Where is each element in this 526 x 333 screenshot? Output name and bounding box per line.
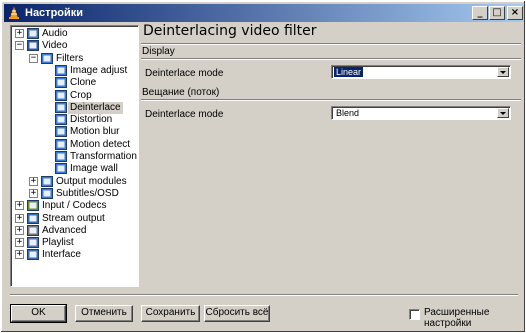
chevron-down-icon[interactable]: [497, 67, 509, 77]
reset-all-button[interactable]: Сбросить всё: [204, 305, 270, 322]
expand-icon[interactable]: +: [29, 188, 38, 198]
cancel-button[interactable]: Отменить: [75, 305, 133, 322]
window-title: Настройки: [25, 7, 84, 19]
tree-item[interactable]: Crop: [11, 89, 138, 102]
display-deinterlace-mode-select[interactable]: Linear: [331, 65, 511, 79]
minimize-button[interactable]: _: [472, 6, 488, 20]
tree-item-label: Output modules: [56, 175, 127, 187]
module-icon: [41, 187, 53, 199]
close-button[interactable]: ×: [507, 6, 523, 20]
tree-item-label: Deinterlace: [68, 101, 123, 114]
tree-item-label: Input / Codecs: [42, 200, 107, 212]
module-icon: [41, 175, 53, 187]
interface-icon: [27, 249, 39, 261]
deinterlace-mode-label: Deinterlace mode: [145, 68, 224, 79]
tree-item-label: Motion detect: [70, 138, 131, 150]
module-icon: [55, 114, 67, 126]
module-icon: [55, 163, 67, 175]
tree-item[interactable]: Motion blur: [11, 126, 138, 138]
tree-item[interactable]: Image wall: [11, 163, 138, 175]
tree-item-label: Audio: [42, 28, 68, 39]
save-button[interactable]: Сохранить: [141, 305, 200, 322]
module-icon: [55, 101, 67, 113]
tree-item-label: Subtitles/OSD: [56, 187, 119, 199]
expand-icon[interactable]: +: [15, 250, 24, 260]
tree-item[interactable]: − Filters: [11, 52, 138, 65]
collapse-icon[interactable]: −: [15, 41, 24, 51]
tree-item[interactable]: Transformation: [11, 151, 138, 163]
tree-item-label: Distortion: [70, 114, 113, 126]
tree-item[interactable]: + Subtitles/OSD: [11, 187, 138, 200]
tree-item-label: Motion blur: [70, 126, 120, 138]
collapse-icon[interactable]: −: [29, 53, 38, 63]
tree-item-label: Clone: [70, 77, 97, 89]
tree-item-label: Filters: [56, 52, 84, 64]
tree-item-label: Image wall: [70, 163, 118, 175]
expand-icon[interactable]: +: [15, 238, 24, 248]
footer-separator: [10, 294, 518, 296]
tools-icon: [27, 224, 39, 236]
tree-item[interactable]: + Playlist: [11, 237, 138, 249]
title-separator: [141, 43, 521, 45]
expand-icon[interactable]: +: [15, 29, 24, 38]
tree-item-label: Interface: [42, 249, 81, 261]
tree-item-label: Video: [42, 40, 68, 52]
maximize-button[interactable]: □: [489, 6, 505, 20]
tree-item[interactable]: + Advanced: [11, 224, 138, 237]
tree-item-label: Stream output: [42, 212, 105, 224]
advanced-settings-label: Расширенные настройки: [424, 307, 490, 329]
tree-item-label: Transformation: [70, 151, 137, 162]
codecs-icon: [27, 200, 39, 212]
preferences-window: Настройки _ □ × + Audio − Video − Filters Imag…: [0, 0, 526, 333]
expand-icon[interactable]: +: [29, 176, 38, 186]
stream-deinterlace-mode-value: Blend: [336, 108, 360, 118]
tree-item[interactable]: + Output modules: [11, 175, 138, 188]
module-icon: [55, 64, 67, 76]
section-header-display: Display: [142, 46, 175, 57]
tree-item-label: Image adjust: [70, 64, 128, 76]
module-icon: [55, 138, 67, 150]
tree-item[interactable]: + Audio: [11, 28, 138, 40]
tree-item[interactable]: + Interface: [11, 249, 138, 261]
tree-item[interactable]: Motion detect: [11, 138, 138, 151]
category-tree[interactable]: + Audio − Video − Filters Image adjust Clone Cro…: [10, 25, 139, 287]
display-deinterlace-mode-value: Linear: [334, 67, 364, 77]
module-icon: [41, 52, 53, 64]
tree-item[interactable]: − Video: [11, 40, 138, 52]
module-icon: [55, 89, 67, 101]
video-icon: [27, 40, 39, 52]
vlc-cone-icon: [9, 6, 19, 19]
module-icon: [55, 151, 67, 162]
globe-icon: [27, 212, 39, 224]
expand-icon[interactable]: +: [15, 213, 24, 223]
tree-item[interactable]: + Stream output: [11, 212, 138, 225]
expand-icon[interactable]: +: [15, 201, 24, 211]
tree-item[interactable]: Image adjust: [11, 64, 138, 77]
module-icon: [55, 77, 67, 89]
speaker-icon: [27, 28, 39, 39]
stream-deinterlace-mode-select[interactable]: Blend: [331, 106, 511, 120]
tree-item-label: Crop: [70, 89, 92, 101]
tree-item[interactable]: Clone: [11, 77, 138, 89]
module-icon: [55, 126, 67, 138]
section-separator: [141, 58, 521, 60]
tree-item[interactable]: + Input / Codecs: [11, 200, 138, 212]
playlist-icon: [27, 237, 39, 249]
section-separator: [141, 99, 521, 101]
ok-button[interactable]: OK: [10, 304, 67, 323]
section-header-stream: Вещание (поток): [142, 87, 220, 98]
advanced-settings-checkbox[interactable]: [409, 309, 420, 320]
tree-item-label: Advanced: [42, 224, 87, 236]
tree-item[interactable]: Distortion: [11, 114, 138, 126]
panel-title: Deinterlacing video filter: [143, 23, 317, 39]
tree-item[interactable]: Deinterlace: [11, 101, 138, 114]
deinterlace-mode-label: Deinterlace mode: [145, 109, 224, 120]
chevron-down-icon[interactable]: [497, 108, 509, 118]
title-bar[interactable]: Настройки _ □ ×: [4, 4, 524, 22]
tree-item-label: Playlist: [42, 237, 74, 249]
expand-icon[interactable]: +: [15, 225, 24, 235]
